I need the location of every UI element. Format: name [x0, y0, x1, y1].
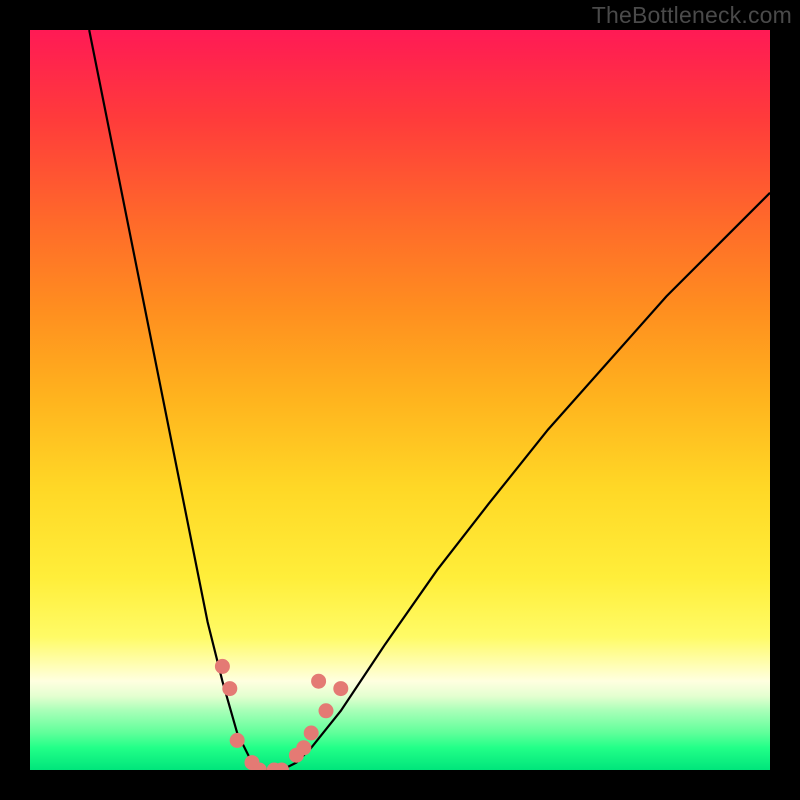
data-dot: [334, 682, 348, 696]
watermark-text: TheBottleneck.com: [592, 2, 792, 29]
curve-layer: [30, 30, 770, 770]
data-dot: [230, 733, 244, 747]
data-dots: [215, 659, 347, 770]
chart-frame: TheBottleneck.com: [0, 0, 800, 800]
data-dot: [297, 741, 311, 755]
data-dot: [319, 704, 333, 718]
data-dot: [223, 682, 237, 696]
left-bottleneck-curve: [89, 30, 267, 770]
data-dot: [304, 726, 318, 740]
data-dot: [312, 674, 326, 688]
plot-area: [30, 30, 770, 770]
data-dot: [215, 659, 229, 673]
